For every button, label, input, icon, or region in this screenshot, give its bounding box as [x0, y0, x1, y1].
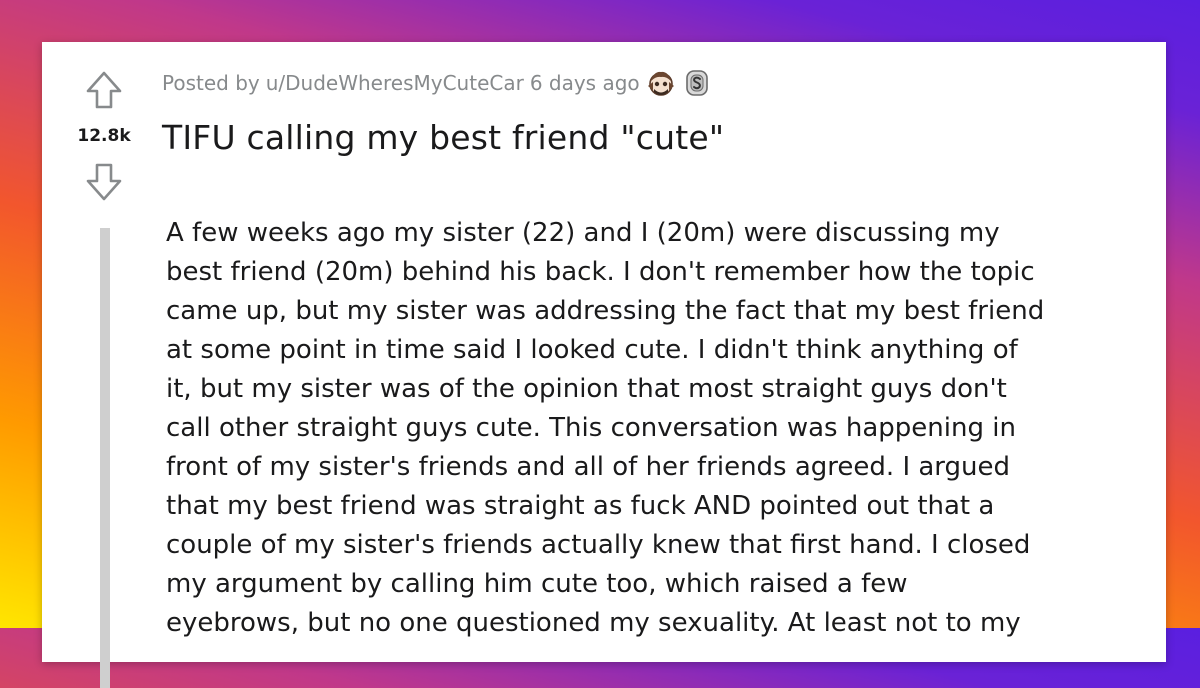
author-link[interactable]: u/DudeWheresMyCuteCar: [266, 71, 524, 95]
body-line: best friend (20m) behind his back. I don…: [166, 257, 1035, 287]
vote-column: 12.8k: [62, 68, 146, 204]
post-card: 12.8k Posted by u/DudeWheresMyCuteCar 6 …: [42, 42, 1166, 688]
body-line: my argument by calling him cute too, whi…: [166, 569, 908, 599]
post-age: 6 days ago: [529, 71, 640, 95]
body-line: call other straight guys cute. This conv…: [166, 413, 1016, 443]
body-line: front of my sister's friends and all of …: [166, 452, 1011, 482]
body-line: it, but my sister was of the opinion tha…: [166, 374, 1007, 404]
helpful-award-icon[interactable]: [646, 68, 676, 98]
vote-score: 12.8k: [77, 126, 131, 146]
body-line: came up, but my sister was addressing th…: [166, 296, 1045, 326]
body-line: that my best friend was straight as fuck…: [166, 491, 995, 521]
body-line: at some point in time said I looked cute…: [166, 335, 1018, 365]
body-line: eyebrows, but no one questioned my sexua…: [166, 608, 1021, 638]
post-meta: Posted by u/DudeWheresMyCuteCar 6 days a…: [162, 68, 712, 98]
post-title[interactable]: TIFU calling my best friend "cute": [162, 118, 724, 157]
body-line: A few weeks ago my sister (22) and I (20…: [166, 218, 1000, 248]
upvote-arrow-icon[interactable]: [82, 68, 126, 112]
post-body: A few weeks ago my sister (22) and I (20…: [166, 214, 1126, 643]
posted-by-label: Posted by: [162, 71, 260, 95]
body-line: couple of my sister's friends actually k…: [166, 530, 1031, 560]
thread-collapse-line[interactable]: [100, 228, 110, 688]
downvote-arrow-icon[interactable]: [82, 160, 126, 204]
silver-award-icon[interactable]: [682, 68, 712, 98]
